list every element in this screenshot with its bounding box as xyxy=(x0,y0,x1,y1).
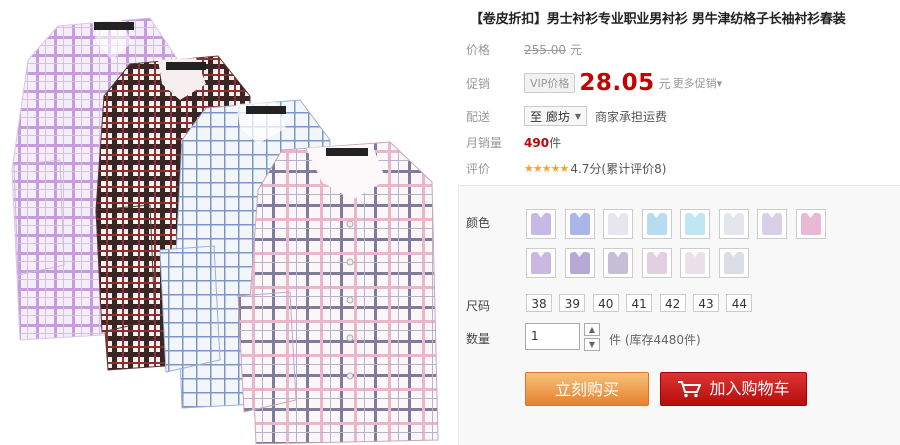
size-option[interactable]: 42 xyxy=(659,294,686,312)
more-promotions-link[interactable]: 更多促销▾ xyxy=(673,75,723,91)
rating-label: 评价 xyxy=(466,162,491,176)
quantity-label: 数量 xyxy=(466,332,491,346)
color-label: 颜色 xyxy=(466,216,491,230)
product-image[interactable]: zuomashi xyxy=(0,0,455,444)
delivery-label: 配送 xyxy=(466,109,491,124)
color-swatch[interactable] xyxy=(603,248,633,278)
promo-price: 28.05 xyxy=(579,70,655,96)
destination-select[interactable]: 至 廊坊 ▼ xyxy=(524,106,587,126)
freight-info: 商家承担运费 xyxy=(594,109,667,124)
quantity-increase-button[interactable]: ▲ xyxy=(584,323,600,336)
promo-unit: 元 xyxy=(658,76,671,91)
color-swatch[interactable] xyxy=(680,248,710,278)
rating-summary-link[interactable]: 4.7分(累计评价8) xyxy=(570,160,666,177)
size-option[interactable]: 39 xyxy=(559,294,586,312)
rating-row: 评价 ★★★★★ 4.7分(累计评价8) xyxy=(466,160,666,177)
add-to-cart-button[interactable]: 加入购物车 xyxy=(660,372,807,406)
size-option[interactable]: 43 xyxy=(693,294,719,312)
color-swatch[interactable] xyxy=(641,248,672,278)
shirt-pink xyxy=(237,141,439,444)
sales-unit: 件 xyxy=(549,136,562,150)
color-swatch[interactable] xyxy=(564,248,595,278)
size-option[interactable]: 41 xyxy=(626,294,653,312)
color-swatch[interactable] xyxy=(718,248,749,278)
color-swatch[interactable] xyxy=(526,248,556,278)
color-swatch[interactable] xyxy=(526,209,556,239)
size-label: 尺码 xyxy=(466,299,491,313)
promo-label: 促销 xyxy=(466,76,491,91)
sales-row: 月销量 490 件 xyxy=(466,134,561,151)
title-text: 男士衬衫专业职业男衬衫 男牛津纺格子长袖衬衫春装 xyxy=(546,12,846,27)
size-option[interactable]: 38 xyxy=(526,294,552,312)
destination-value: 至 廊坊 xyxy=(530,109,570,124)
title-promo-tag: 【卷皮折扣】 xyxy=(470,12,547,27)
product-title: 【卷皮折扣】男士衬衫专业职业男衬衫 男牛津纺格子长袖衬衫春装 xyxy=(470,8,895,27)
sales-label: 月销量 xyxy=(466,136,503,150)
price-unit: 元 xyxy=(570,43,583,57)
original-price: 255.00 xyxy=(524,42,566,57)
quantity-input[interactable]: 1 xyxy=(525,323,580,350)
size-option[interactable]: 40 xyxy=(592,294,619,312)
color-swatch[interactable] xyxy=(603,209,633,239)
delivery-row: 配送 至 廊坊 ▼ 商家承担运费 xyxy=(466,106,667,126)
sku-options-panel xyxy=(458,185,900,445)
color-swatch[interactable] xyxy=(680,209,710,239)
quantity-decrease-button[interactable]: ▼ xyxy=(584,338,600,351)
color-swatch[interactable] xyxy=(757,209,787,239)
sales-count: 490 xyxy=(524,135,550,150)
color-swatch[interactable] xyxy=(795,209,826,239)
price-label: 价格 xyxy=(466,43,491,57)
promo-row: 促销 VIP价格 28.05 元 更多促销▾ xyxy=(466,70,722,96)
stock-info: 件 (库存4480件) xyxy=(609,333,701,347)
size-option[interactable]: 44 xyxy=(726,294,753,312)
color-swatch[interactable] xyxy=(718,209,749,239)
color-swatch[interactable] xyxy=(564,209,595,239)
buy-now-button[interactable]: 立刻购买 xyxy=(525,372,649,406)
cart-icon xyxy=(678,381,702,398)
add-to-cart-label: 加入购物车 xyxy=(709,379,790,398)
price-row: 价格 255.00 元 xyxy=(466,41,582,58)
star-rating-icon: ★★★★★ xyxy=(524,162,569,175)
vip-badge: VIP价格 xyxy=(524,73,576,93)
color-swatch[interactable] xyxy=(641,209,672,239)
chevron-down-icon: ▼ xyxy=(574,111,581,121)
